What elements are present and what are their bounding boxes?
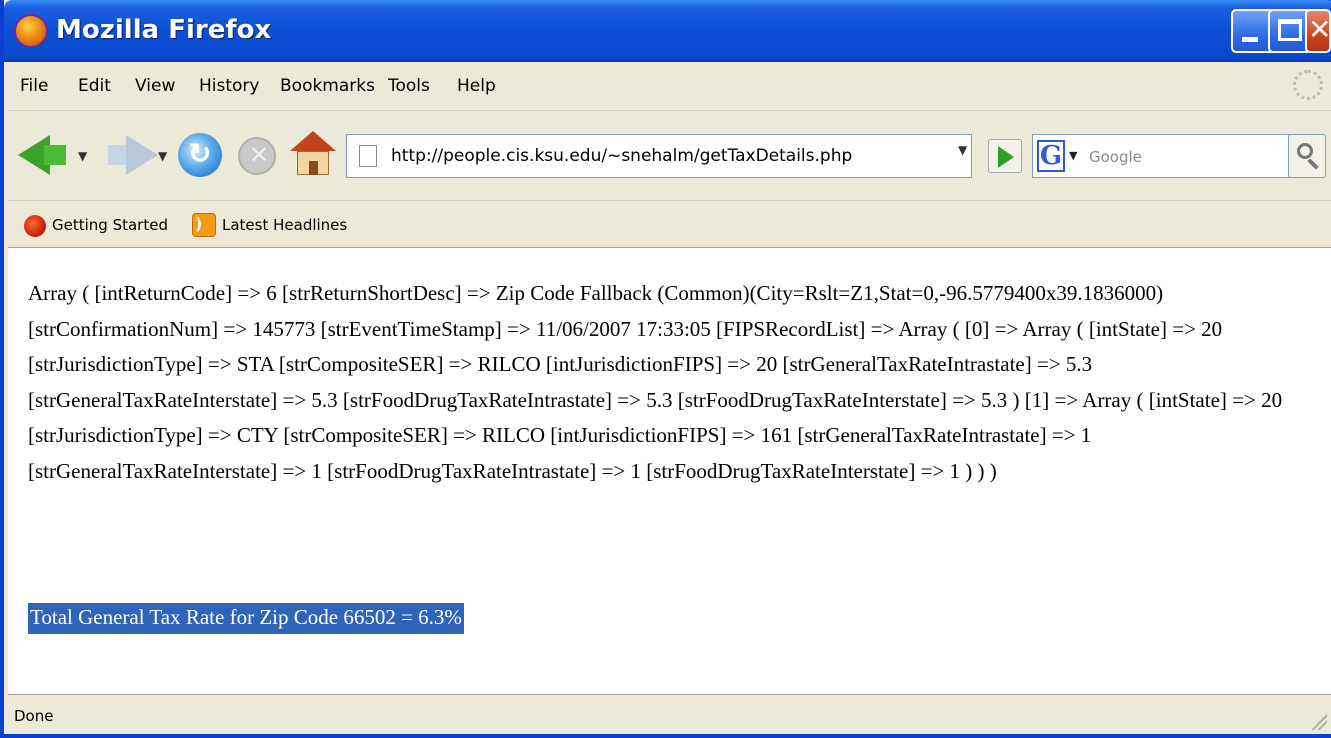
firefox-logo-icon [14,14,48,48]
reload-icon: ↻ [188,137,212,170]
home-icon-door [309,161,318,175]
go-arrow-icon [998,146,1014,168]
minimize-icon [1242,37,1258,42]
search-engine-dropdown-icon[interactable]: ▼ [1069,149,1077,162]
menu-edit[interactable]: Edit [78,76,111,96]
activity-throbber-icon [1293,70,1323,100]
window-title: Mozilla Firefox [56,15,272,45]
status-bar: Done [8,694,1331,734]
maximize-icon [1278,19,1302,41]
address-bar[interactable]: http://people.cis.ksu.edu/~snehalm/getTa… [346,134,972,178]
search-engine-logo[interactable]: G [1037,140,1065,172]
bookmark-latest-headlines[interactable]: Latest Headlines [222,216,347,234]
home-icon [290,131,336,151]
magnifier-icon [1297,143,1313,159]
forward-arrow-icon [126,135,158,175]
reload-button[interactable]: ↻ [178,133,222,177]
rss-feed-icon: ) [192,213,216,237]
magnifier-icon-handle [1307,158,1319,170]
menu-help[interactable]: Help [457,76,496,96]
menu-file[interactable]: File [20,76,48,96]
menu-bookmarks[interactable]: Bookmarks [280,76,375,96]
back-arrow-icon-tail [44,145,66,165]
close-button[interactable]: ✕ [1305,9,1331,53]
bookmark-getting-started[interactable]: Getting Started [52,216,168,234]
forward-history-dropdown-icon[interactable]: ▼ [158,149,167,163]
navigation-toolbar: ▼ ▼ ↻ ✕ http://people.cis.ksu.edu/~sneha… [8,110,1331,200]
resize-grip-icon[interactable] [1311,714,1327,730]
menu-tools[interactable]: Tools [388,76,430,96]
stop-icon: ✕ [249,141,270,169]
search-box[interactable]: G ▼ Google [1032,134,1290,178]
bookmarks-toolbar: Getting Started ) Latest Headlines [8,200,1331,248]
page-icon [359,145,377,167]
stop-button[interactable]: ✕ [238,137,276,175]
menu-bar: File Edit View History Bookmarks Tools H… [8,62,1331,110]
back-history-dropdown-icon[interactable]: ▼ [78,149,87,163]
search-button[interactable] [1288,134,1326,178]
close-icon: ✕ [1308,13,1331,46]
selected-result-text: Total General Tax Rate for Zip Code 6650… [28,603,464,634]
home-button[interactable] [290,131,336,177]
go-button[interactable] [988,139,1022,173]
array-dump-text: Array ( [intReturnCode] => 6 [strReturnS… [28,281,1283,483]
firefox-bookmark-icon [24,215,46,237]
status-text: Done [14,707,54,725]
url-text[interactable]: http://people.cis.ksu.edu/~snehalm/getTa… [391,146,852,166]
browser-window: Mozilla Firefox ✕ File Edit View History… [0,0,1331,738]
title-bar[interactable]: Mozilla Firefox ✕ [4,0,1331,62]
url-history-dropdown-icon[interactable]: ▼ [958,143,978,171]
menu-view[interactable]: View [135,76,175,96]
search-input[interactable]: Google [1089,148,1142,166]
menu-history[interactable]: History [199,76,259,96]
page-content: Array ( [intReturnCode] => 6 [strReturnS… [8,248,1331,694]
